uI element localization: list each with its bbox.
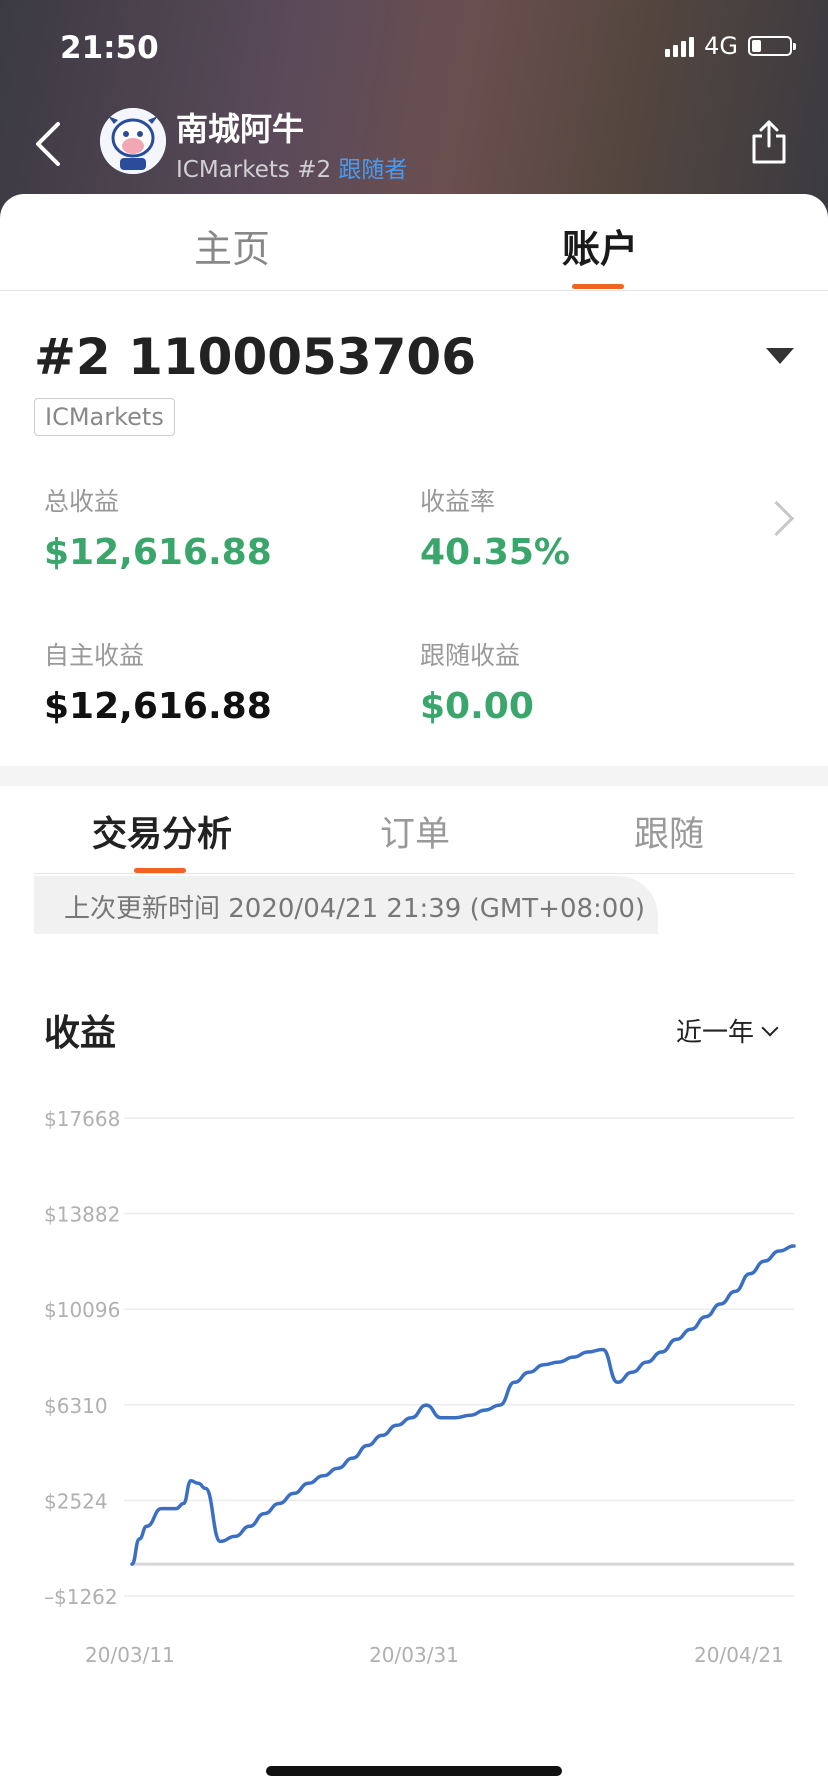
user-subtitle: ICMarkets #2 跟随者 — [176, 150, 407, 184]
return-rate-label: 收益率 — [420, 487, 496, 516]
account-title: #2 1100053706 — [34, 328, 476, 386]
active-tab-indicator — [572, 284, 624, 289]
home-indicator[interactable] — [266, 1766, 562, 1776]
x-tick-label: 20/03/31 — [369, 1643, 459, 1667]
return-rate-value: 40.35% — [420, 532, 570, 573]
avatar[interactable] — [100, 108, 166, 174]
update-time: 上次更新时间 2020/04/21 21:39 (GMT+08:00) — [64, 894, 646, 924]
y-tick-label: –$1262 — [44, 1585, 118, 1609]
x-tick-label: 20/04/21 — [694, 1643, 784, 1667]
tab-follow[interactable]: 跟随 — [634, 806, 704, 857]
broker-rank: ICMarkets #2 — [176, 157, 332, 183]
chevron-down-icon — [761, 1019, 779, 1036]
broker-tag: ICMarkets — [34, 398, 175, 436]
follow-profit-value: $0.00 — [420, 686, 534, 727]
battery-level — [752, 40, 761, 52]
status-time: 21:50 — [60, 30, 159, 66]
tab-orders[interactable]: 订单 — [380, 806, 450, 857]
tab-account[interactable]: 账户 — [562, 218, 638, 273]
own-profit-value: $12,616.88 — [44, 686, 272, 727]
follower-link[interactable]: 跟随者 — [338, 157, 407, 183]
range-select-value: 近一年 — [676, 1018, 755, 1048]
y-tick-label: $6310 — [44, 1394, 108, 1418]
chart-title: 收益 — [44, 1013, 117, 1054]
total-profit-label: 总收益 — [44, 487, 120, 516]
battery-icon — [748, 36, 796, 56]
tabs-divider — [0, 290, 828, 291]
user-name: 南城阿牛 — [176, 110, 305, 148]
back-icon[interactable] — [28, 118, 68, 170]
signal-icon — [665, 35, 695, 57]
profit-chart: $17668 $13882 $10096 $6310 $2524 –$1262 20/03/… — [44, 1107, 796, 1667]
network-type: 4G — [704, 32, 738, 60]
tab-home[interactable]: 主页 — [194, 218, 270, 273]
section-separator — [0, 766, 828, 786]
range-select[interactable]: 近一年 — [676, 1012, 779, 1049]
share-icon[interactable] — [748, 118, 790, 166]
total-profit-value: $12,616.88 — [44, 532, 272, 573]
y-tick-label: $10096 — [44, 1298, 120, 1322]
x-tick-label: 20/03/11 — [85, 1643, 175, 1667]
subtabs-divider — [34, 873, 794, 874]
status-indicators: 4G — [665, 32, 796, 60]
account-dropdown-icon[interactable] — [766, 348, 794, 364]
y-tick-label: $17668 — [44, 1107, 120, 1131]
own-profit-label: 自主收益 — [44, 641, 145, 670]
y-tick-label: $13882 — [44, 1203, 120, 1227]
tab-trade-analysis[interactable]: 交易分析 — [92, 806, 232, 857]
y-tick-label: $2524 — [44, 1489, 108, 1513]
follow-profit-label: 跟随收益 — [420, 641, 521, 670]
